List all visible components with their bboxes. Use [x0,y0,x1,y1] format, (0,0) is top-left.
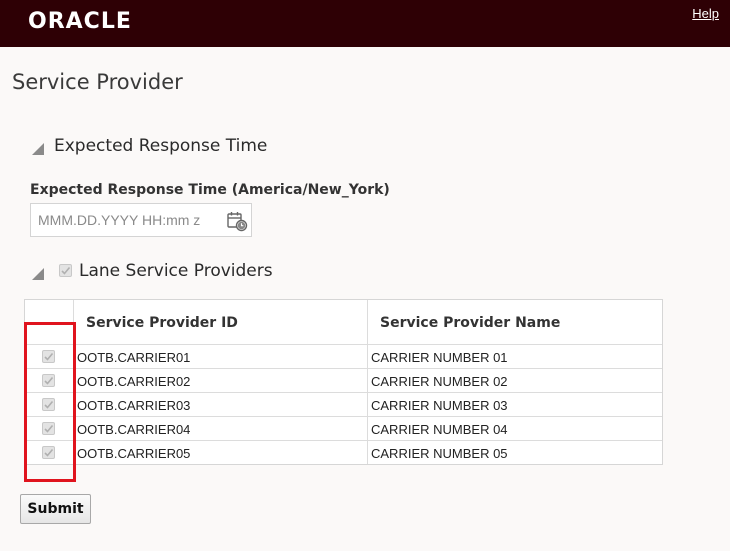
cell-provider-name: CARRIER NUMBER 01 [371,350,508,365]
oracle-logo: ORACLE [28,9,132,34]
service-provider-table: Service Provider ID Service Provider Nam… [24,299,663,465]
cell-provider-id: OOTB.CARRIER01 [77,350,191,365]
column-header-provider-id[interactable]: Service Provider ID [86,315,238,331]
section-title-lane-providers: Lane Service Providers [79,261,273,281]
cell-provider-name: CARRIER NUMBER 04 [371,422,508,437]
expected-response-label: Expected Response Time (America/New_York… [30,182,390,198]
row-divider [25,416,662,417]
header-divider [25,344,662,345]
section-select-checkbox[interactable] [59,264,72,277]
cell-provider-name: CARRIER NUMBER 02 [371,374,508,389]
cell-provider-id: OOTB.CARRIER03 [77,398,191,413]
cell-provider-name: CARRIER NUMBER 03 [371,398,508,413]
checkmark-icon [61,266,71,275]
cell-provider-id: OOTB.CARRIER04 [77,422,191,437]
expected-response-date-field [30,203,252,237]
column-header-provider-name[interactable]: Service Provider Name [380,315,560,331]
expected-response-input[interactable] [31,204,221,236]
calendar-clock-icon[interactable] [226,210,248,232]
header-bar: ORACLE Help [0,0,730,47]
row-divider [25,368,662,369]
row-divider [25,392,662,393]
section-title-expected-response: Expected Response Time [54,136,268,156]
row-divider [25,440,662,441]
checkbox-column-highlight [24,322,76,482]
page-title: Service Provider [12,70,183,94]
submit-button[interactable]: Submit [20,494,91,524]
collapse-triangle-icon[interactable] [32,268,44,280]
help-link[interactable]: Help [692,6,719,21]
cell-provider-name: CARRIER NUMBER 05 [371,446,508,461]
cell-provider-id: OOTB.CARRIER02 [77,374,191,389]
collapse-triangle-icon[interactable] [32,143,44,155]
cell-provider-id: OOTB.CARRIER05 [77,446,191,461]
